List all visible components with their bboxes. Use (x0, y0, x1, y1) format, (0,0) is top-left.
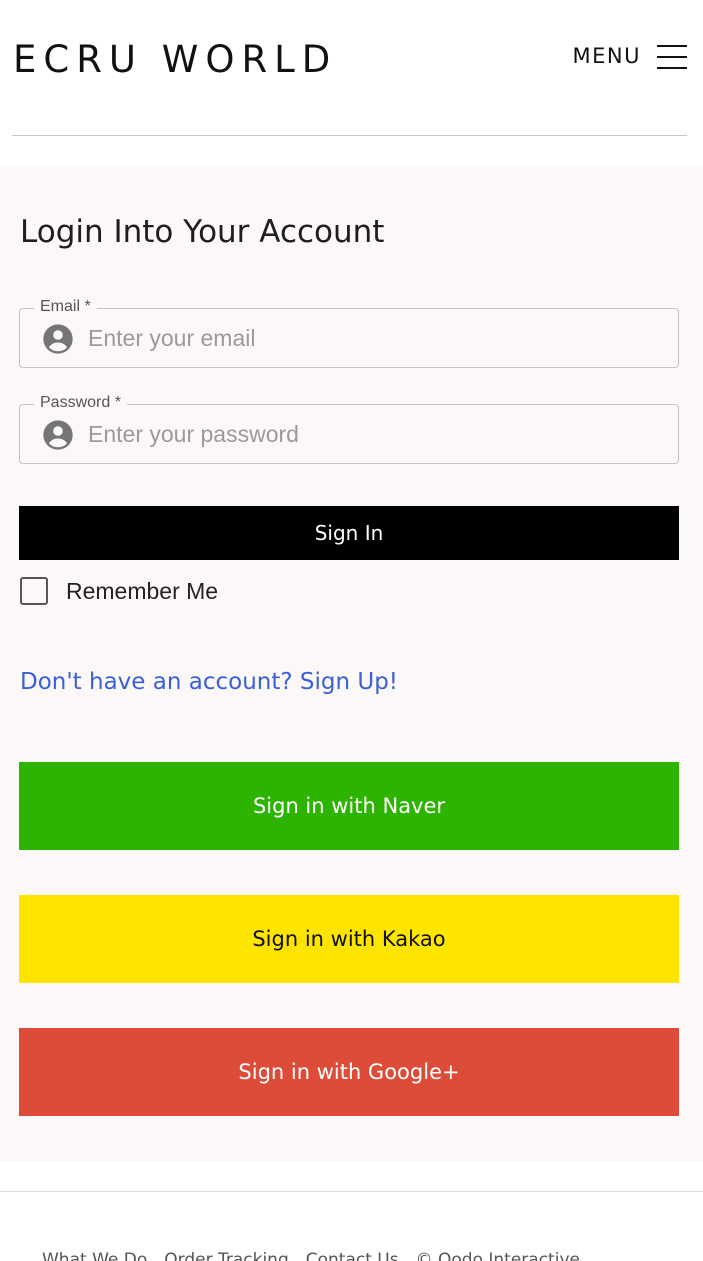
naver-sign-in-button[interactable]: Sign in with Naver (19, 762, 679, 850)
site-logo[interactable]: ECRU WORLD (13, 38, 337, 81)
google-sign-in-button[interactable]: Sign in with Google+ (19, 1028, 679, 1116)
email-input[interactable] (88, 321, 648, 355)
header-divider (12, 135, 687, 136)
remember-me[interactable]: Remember Me (20, 577, 218, 605)
sign-up-link[interactable]: Don't have an account? Sign Up! (20, 669, 398, 695)
menu-toggle[interactable]: MENU (572, 44, 687, 69)
site-header: ECRU WORLD MENU (0, 0, 703, 136)
hamburger-icon (657, 44, 687, 69)
account-circle-icon (43, 324, 73, 354)
page-title: Login Into Your Account (20, 214, 385, 250)
footer-link-what-we-do[interactable]: What We Do (42, 1250, 147, 1261)
sign-in-button[interactable]: Sign In (19, 506, 679, 560)
login-panel: Login Into Your Account Email * Password… (0, 166, 703, 1161)
remember-label: Remember Me (66, 577, 219, 604)
password-label: Password * (34, 394, 127, 412)
footer-nav: What We Do Order Tracking Contact Us © Q… (42, 1250, 580, 1261)
footer-copyright: © Qodo Interactive (415, 1250, 580, 1261)
email-field: Email * (19, 298, 679, 368)
kakao-sign-in-button[interactable]: Sign in with Kakao (19, 895, 679, 983)
remember-checkbox[interactable] (20, 577, 48, 605)
footer-divider (0, 1191, 703, 1192)
password-input[interactable] (88, 417, 648, 451)
footer-link-order-tracking[interactable]: Order Tracking (164, 1250, 289, 1261)
menu-label: MENU (572, 44, 641, 68)
password-field: Password * (19, 394, 679, 464)
email-label: Email * (34, 298, 97, 316)
account-circle-icon (43, 420, 73, 450)
footer-link-contact-us[interactable]: Contact Us (306, 1250, 399, 1261)
